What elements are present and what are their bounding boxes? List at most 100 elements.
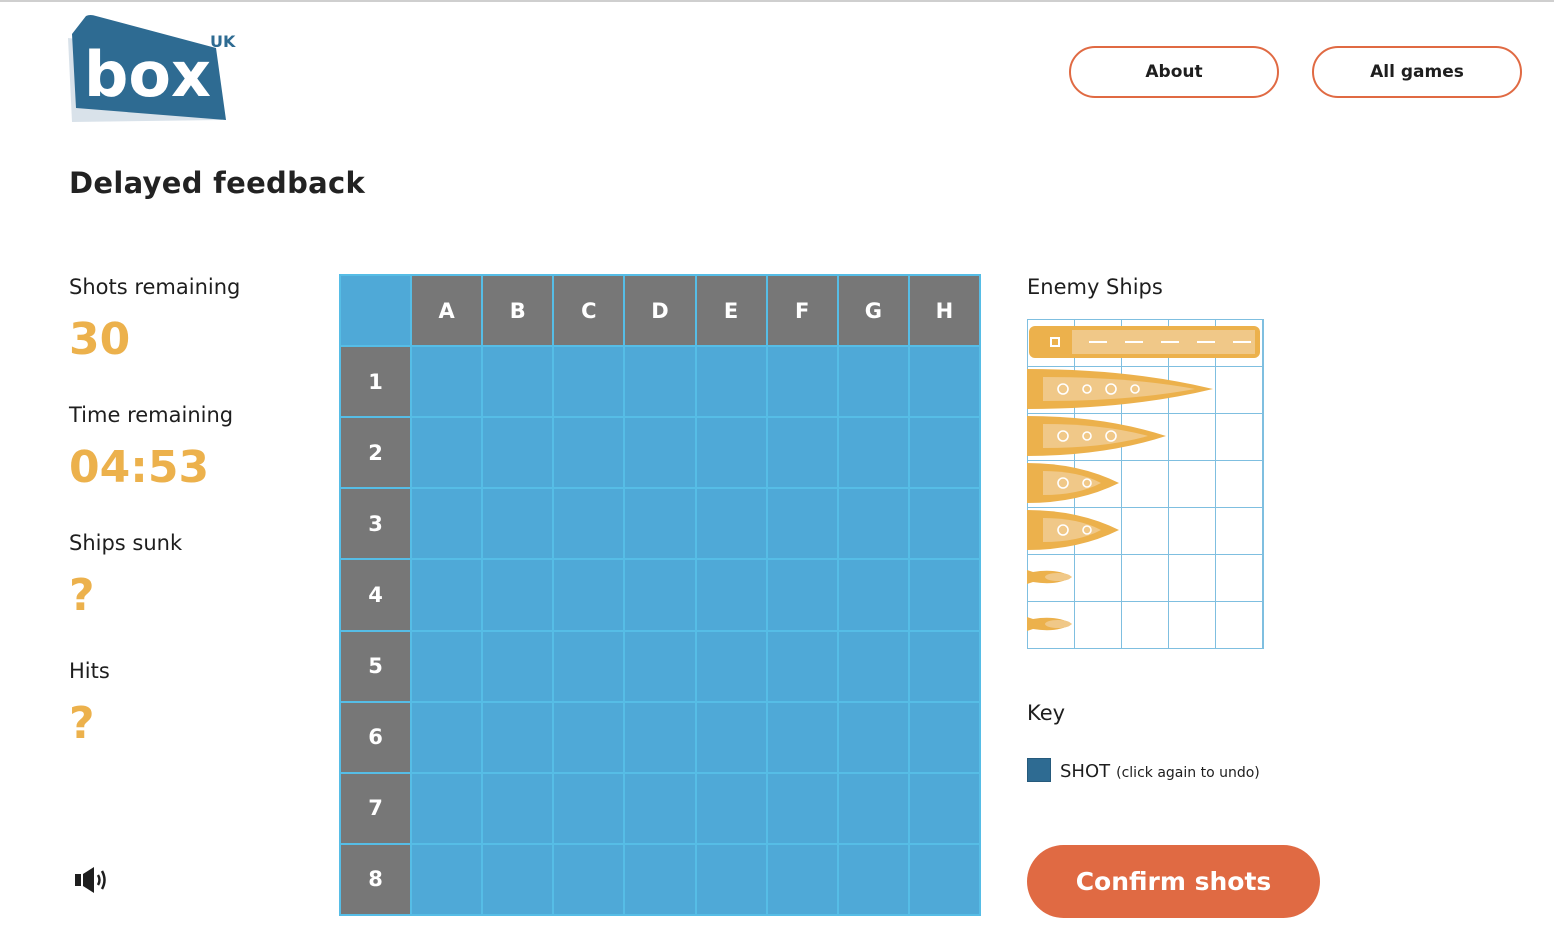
board-cell-G3[interactable] bbox=[838, 489, 908, 559]
shot-key-label: SHOT bbox=[1060, 761, 1111, 782]
board-cell-A3[interactable] bbox=[412, 489, 482, 559]
board-cell-E8[interactable] bbox=[696, 844, 766, 914]
board-cell-E1[interactable] bbox=[696, 347, 766, 417]
board-cell-G8[interactable] bbox=[838, 844, 908, 914]
sound-toggle-button[interactable] bbox=[74, 864, 114, 896]
board-cell-A5[interactable] bbox=[412, 631, 482, 701]
shots-remaining-value: 30 bbox=[69, 314, 131, 365]
column-header: G bbox=[838, 276, 908, 346]
board-cell-G4[interactable] bbox=[838, 560, 908, 630]
board-cell-A4[interactable] bbox=[412, 560, 482, 630]
all-games-button[interactable]: All games bbox=[1312, 46, 1522, 98]
board-cell-D2[interactable] bbox=[625, 418, 695, 488]
column-header: D bbox=[625, 276, 695, 346]
column-header: F bbox=[767, 276, 837, 346]
board-cell-F5[interactable] bbox=[767, 631, 837, 701]
board-cell-C7[interactable] bbox=[554, 773, 624, 843]
board-cell-D1[interactable] bbox=[625, 347, 695, 417]
board-cell-E2[interactable] bbox=[696, 418, 766, 488]
board-cell-F7[interactable] bbox=[767, 773, 837, 843]
board-cell-B1[interactable] bbox=[483, 347, 553, 417]
shot-key-item: SHOT (click again to undo) bbox=[1060, 761, 1260, 782]
board-cell-F1[interactable] bbox=[767, 347, 837, 417]
enemy-ship-submarine bbox=[1027, 570, 1072, 584]
logo-text: box bbox=[84, 38, 211, 111]
confirm-shots-button[interactable]: Confirm shots bbox=[1027, 845, 1320, 918]
enemy-ship-cruiser bbox=[1027, 416, 1166, 456]
time-remaining-value: 04:53 bbox=[69, 442, 210, 493]
board-cell-C8[interactable] bbox=[554, 844, 624, 914]
board-cell-G2[interactable] bbox=[838, 418, 908, 488]
column-header: E bbox=[696, 276, 766, 346]
board-cell-B4[interactable] bbox=[483, 560, 553, 630]
logo-uk: UK bbox=[210, 32, 236, 51]
board-cell-F6[interactable] bbox=[767, 702, 837, 772]
board-cell-B7[interactable] bbox=[483, 773, 553, 843]
board-cell-C1[interactable] bbox=[554, 347, 624, 417]
board-cell-H6[interactable] bbox=[909, 702, 979, 772]
enemy-ship-carrier bbox=[1029, 326, 1260, 358]
time-remaining-label: Time remaining bbox=[69, 403, 234, 427]
shot-key-swatch bbox=[1027, 758, 1051, 782]
board-cell-E6[interactable] bbox=[696, 702, 766, 772]
board-cell-D5[interactable] bbox=[625, 631, 695, 701]
board-cell-F2[interactable] bbox=[767, 418, 837, 488]
board-cell-D6[interactable] bbox=[625, 702, 695, 772]
enemy-ship-battleship bbox=[1027, 369, 1213, 409]
shot-key-hint: (click again to undo) bbox=[1116, 765, 1260, 781]
board-cell-D4[interactable] bbox=[625, 560, 695, 630]
row-header: 6 bbox=[341, 702, 411, 772]
board-cell-E4[interactable] bbox=[696, 560, 766, 630]
board-cell-G1[interactable] bbox=[838, 347, 908, 417]
board-cell-C4[interactable] bbox=[554, 560, 624, 630]
board-cell-G5[interactable] bbox=[838, 631, 908, 701]
board-cell-B6[interactable] bbox=[483, 702, 553, 772]
row-header: 5 bbox=[341, 631, 411, 701]
board-cell-C3[interactable] bbox=[554, 489, 624, 559]
row-header: 1 bbox=[341, 347, 411, 417]
about-button[interactable]: About bbox=[1069, 46, 1279, 98]
hits-value: ? bbox=[69, 698, 95, 749]
board-cell-H3[interactable] bbox=[909, 489, 979, 559]
board-cell-D7[interactable] bbox=[625, 773, 695, 843]
board-cell-C6[interactable] bbox=[554, 702, 624, 772]
board-cell-H7[interactable] bbox=[909, 773, 979, 843]
board-cell-A6[interactable] bbox=[412, 702, 482, 772]
board-cell-G6[interactable] bbox=[838, 702, 908, 772]
board-cell-H8[interactable] bbox=[909, 844, 979, 914]
row-header: 7 bbox=[341, 773, 411, 843]
board-cell-A7[interactable] bbox=[412, 773, 482, 843]
board-cell-F3[interactable] bbox=[767, 489, 837, 559]
board-cell-H5[interactable] bbox=[909, 631, 979, 701]
board-cell-B8[interactable] bbox=[483, 844, 553, 914]
board-corner bbox=[341, 276, 411, 346]
column-header: A bbox=[412, 276, 482, 346]
box-uk-logo[interactable]: box UK bbox=[66, 14, 246, 126]
board-cell-A1[interactable] bbox=[412, 347, 482, 417]
board-cell-H1[interactable] bbox=[909, 347, 979, 417]
board-cell-B5[interactable] bbox=[483, 631, 553, 701]
board-cell-F8[interactable] bbox=[767, 844, 837, 914]
enemy-ship-destroyer bbox=[1027, 463, 1119, 503]
board-cell-B3[interactable] bbox=[483, 489, 553, 559]
board-cell-E5[interactable] bbox=[696, 631, 766, 701]
board-cell-B2[interactable] bbox=[483, 418, 553, 488]
board-cell-C5[interactable] bbox=[554, 631, 624, 701]
board-cell-A2[interactable] bbox=[412, 418, 482, 488]
board-cell-C2[interactable] bbox=[554, 418, 624, 488]
board-cell-G7[interactable] bbox=[838, 773, 908, 843]
board-cell-H4[interactable] bbox=[909, 560, 979, 630]
board-cell-D3[interactable] bbox=[625, 489, 695, 559]
board-cell-H2[interactable] bbox=[909, 418, 979, 488]
board-cell-E7[interactable] bbox=[696, 773, 766, 843]
row-header: 4 bbox=[341, 560, 411, 630]
speaker-on-icon bbox=[75, 867, 106, 893]
ships-sunk-value: ? bbox=[69, 570, 95, 621]
ships-sunk-label: Ships sunk bbox=[69, 531, 183, 555]
board-cell-E3[interactable] bbox=[696, 489, 766, 559]
board-cell-D8[interactable] bbox=[625, 844, 695, 914]
enemy-ship-submarine bbox=[1027, 617, 1072, 631]
board-cell-F4[interactable] bbox=[767, 560, 837, 630]
board-cell-A8[interactable] bbox=[412, 844, 482, 914]
row-header: 8 bbox=[341, 844, 411, 914]
